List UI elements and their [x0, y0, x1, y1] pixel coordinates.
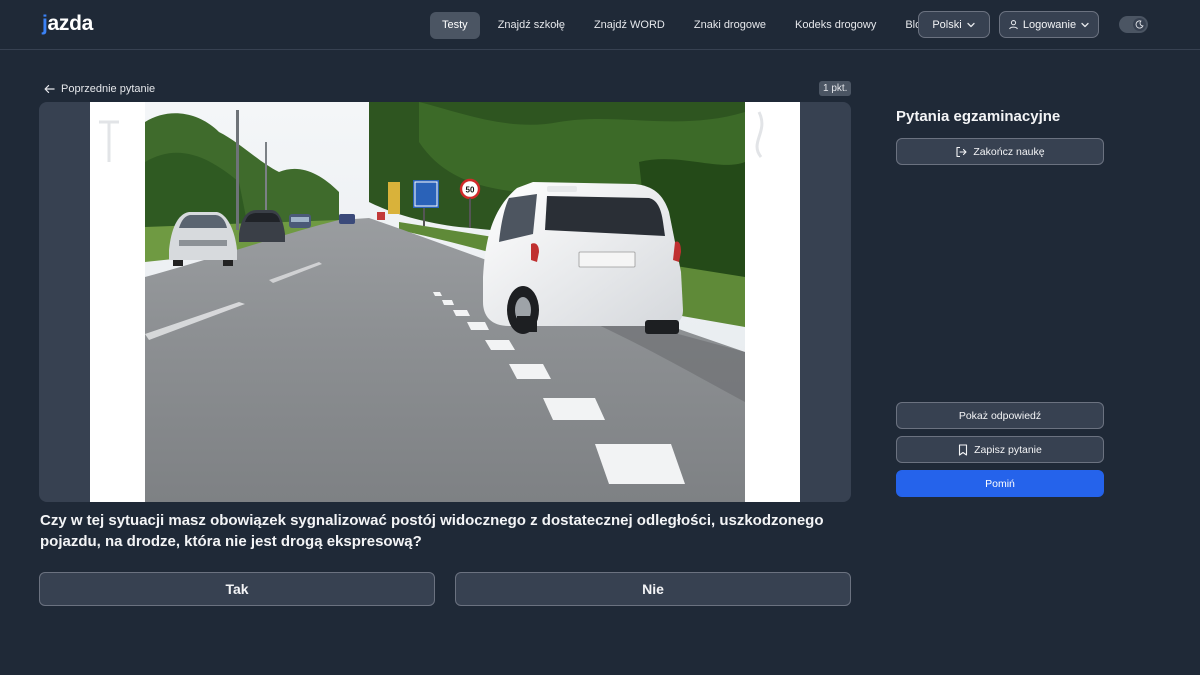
login-button[interactable]: Logowanie	[999, 11, 1099, 38]
nav-road-signs[interactable]: Znaki drogowe	[682, 12, 778, 39]
answer-no-button[interactable]: Nie	[455, 572, 851, 606]
nav-traffic-code[interactable]: Kodeks drogowy	[783, 12, 888, 39]
nav-tests[interactable]: Testy	[430, 11, 480, 39]
nav-find-school[interactable]: Znajdź szkołę	[486, 12, 577, 39]
finish-learning-button[interactable]: Zakończ naukę	[896, 138, 1104, 165]
chevron-down-icon	[1081, 22, 1089, 27]
show-answer-label: Pokaż odpowiedź	[958, 409, 1042, 422]
save-question-button[interactable]: Zapisz pytanie	[896, 436, 1104, 463]
moon-icon	[1135, 20, 1144, 29]
toggle-knob	[1133, 18, 1146, 31]
arrow-left-icon	[44, 84, 55, 94]
nav-find-word[interactable]: Znajdź WORD	[582, 12, 677, 39]
main-nav: Testy Znajdź szkołę Znajdź WORD Znaki dr…	[430, 11, 939, 39]
sidebar-title: Pytania egzaminacyjne	[896, 108, 1061, 125]
chevron-down-icon	[967, 22, 975, 27]
logout-icon	[956, 146, 967, 157]
previous-question-link[interactable]: Poprzednie pytanie	[44, 81, 155, 97]
user-icon	[1009, 20, 1018, 30]
speed-limit-sign-text: 50	[466, 186, 475, 195]
previous-question-label: Poprzednie pytanie	[61, 83, 156, 95]
question-image-frame: 50	[39, 102, 851, 502]
save-question-label: Zapisz pytanie	[974, 443, 1042, 456]
skip-button[interactable]: Pomiń	[896, 470, 1104, 497]
bookmark-icon	[959, 443, 968, 456]
skip-label: Pomiń	[985, 477, 1015, 490]
site-logo[interactable]: jazda	[42, 12, 93, 36]
language-label: Polski	[932, 18, 962, 31]
question-text: Czy w tej sytuacji masz obowiązek sygnal…	[40, 512, 824, 550]
answer-yes-button[interactable]: Tak	[39, 572, 435, 606]
top-navigation-bar: jazda Testy Znajdź szkołę Znajdź WORD Zn…	[0, 0, 1200, 50]
language-select[interactable]: Polski	[918, 11, 990, 38]
points-badge: 1 pkt.	[819, 81, 852, 96]
finish-learning-label: Zakończ naukę	[973, 145, 1045, 158]
login-label: Logowanie	[1022, 18, 1077, 31]
show-answer-button[interactable]: Pokaż odpowiedź	[896, 402, 1104, 429]
question-image: 50	[90, 102, 800, 502]
theme-toggle[interactable]	[1119, 16, 1148, 33]
logo-text: azda	[47, 12, 94, 35]
